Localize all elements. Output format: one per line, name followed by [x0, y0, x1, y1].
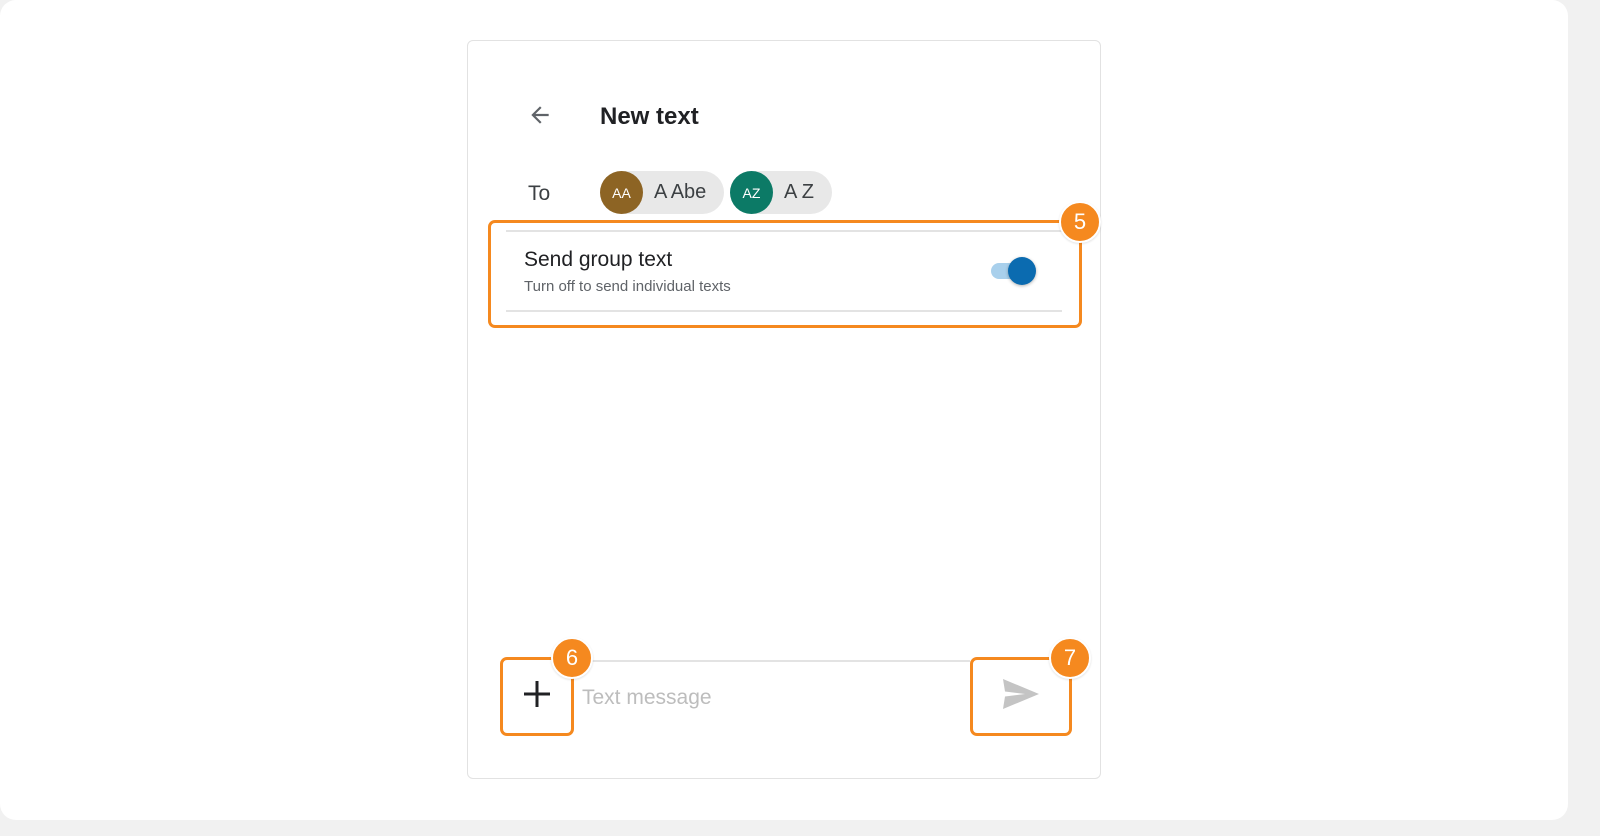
group-text-title: Send group text — [524, 248, 673, 271]
recipient-chip-a-z[interactable]: AZ A Z — [730, 171, 832, 214]
divider — [506, 310, 1062, 312]
group-text-toggle[interactable] — [990, 256, 1038, 286]
group-text-subtitle: Turn off to send individual texts — [524, 278, 731, 295]
back-button[interactable] — [520, 97, 560, 137]
plus-icon — [521, 678, 553, 715]
avatar: AA — [600, 171, 643, 214]
divider — [506, 230, 1062, 232]
composer-divider — [575, 660, 970, 662]
annotation-badge: 5 — [1059, 201, 1101, 243]
annotation-badge: 6 — [551, 637, 593, 679]
page-title: New text — [600, 103, 699, 130]
send-icon — [1001, 677, 1041, 716]
toggle-thumb — [1008, 257, 1036, 285]
annotation-badge: 7 — [1049, 637, 1091, 679]
text-message-input[interactable] — [582, 678, 962, 718]
recipient-name: A Z — [784, 181, 815, 203]
recipient-chip-a-abe[interactable]: AA A Abe — [600, 171, 724, 214]
arrow-back-icon — [527, 102, 553, 133]
avatar: AZ — [730, 171, 773, 214]
recipient-name: A Abe — [654, 181, 707, 203]
to-label: To — [528, 182, 551, 205]
